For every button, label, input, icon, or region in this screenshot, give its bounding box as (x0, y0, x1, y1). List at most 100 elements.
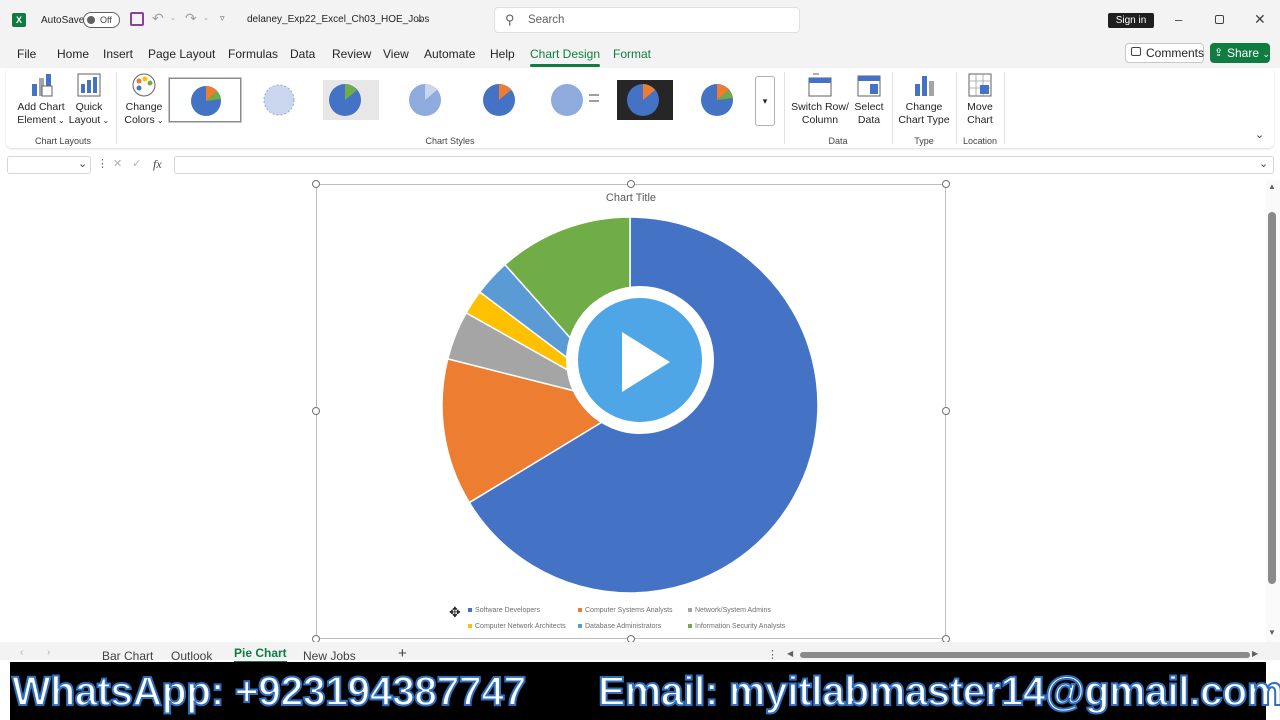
redo-icon[interactable]: ↷ (185, 10, 197, 27)
scroll-tabs-right-icon[interactable]: › (47, 647, 50, 658)
resize-handle-top-right[interactable] (942, 180, 950, 188)
tab-review[interactable]: Review (332, 47, 371, 61)
sheet-tab-bar-chart[interactable]: Bar Chart (102, 649, 153, 663)
tab-file[interactable]: File (17, 47, 36, 61)
close-icon[interactable]: ✕ (1254, 11, 1266, 28)
group-label-data: Data (828, 136, 848, 146)
scroll-up-icon[interactable]: ▲ (1268, 182, 1276, 191)
file-name[interactable]: delaney_Exp22_Excel_Ch03_HOE_Jobs (247, 14, 429, 25)
legend-item-software-developers[interactable]: Software Developers (468, 607, 540, 614)
select-data-label-1: Select (854, 101, 884, 113)
ribbon-separator (1004, 72, 1005, 144)
legend-label: Computer Network Architects (475, 623, 566, 630)
tab-formulas[interactable]: Formulas (228, 47, 278, 61)
search-box[interactable]: ⚲ Search (494, 7, 800, 33)
resize-handle-top[interactable] (627, 180, 635, 188)
select-data-button[interactable]: Select Data (850, 72, 888, 132)
add-chart-element-label-2: Element (17, 114, 56, 126)
quick-layout-button[interactable]: Quick Layout ⌄ (68, 72, 110, 132)
sheet-tab-new-jobs[interactable]: New Jobs (303, 649, 356, 663)
undo-dropdown-icon[interactable]: ⌄ (170, 14, 176, 22)
resize-handle-right[interactable] (942, 407, 950, 415)
tab-home[interactable]: Home (57, 47, 89, 61)
chart-style-5[interactable] (465, 78, 537, 122)
tab-chart-design[interactable]: Chart Design (530, 47, 601, 67)
chart-style-3[interactable] (317, 78, 389, 122)
tab-automate[interactable]: Automate (424, 47, 475, 61)
chart-style-4[interactable] (391, 78, 463, 122)
scroll-down-icon[interactable]: ▼ (1268, 628, 1276, 637)
share-icon: ⇪ (1214, 47, 1224, 59)
chart-style-1[interactable] (168, 77, 242, 123)
legend-item-computer-systems-analysts[interactable]: Computer Systems Analysts (578, 607, 673, 614)
sheet-tab-outlook[interactable]: Outlook (171, 649, 212, 663)
expand-formula-bar-icon[interactable]: ⌄ (1259, 157, 1268, 170)
share-button[interactable]: ⇪ Share ⌄ (1210, 43, 1270, 63)
legend-item-database-administrators[interactable]: Database Administrators (578, 623, 661, 630)
legend-label: Information Security Analysts (695, 623, 786, 630)
filename-chevron-down-icon[interactable]: ⌄ (415, 12, 424, 25)
comments-button[interactable]: Comments (1125, 43, 1204, 63)
tab-page-layout[interactable]: Page Layout (148, 47, 215, 61)
chart-style-7[interactable] (613, 78, 685, 122)
tab-insert[interactable]: Insert (103, 47, 133, 61)
chevron-down-icon: ▾ (762, 96, 768, 106)
save-icon[interactable] (130, 12, 144, 26)
undo-icon[interactable]: ↶ (152, 10, 164, 27)
legend-label: Software Developers (475, 607, 540, 614)
add-chart-element-button[interactable]: Add Chart Element ⌄ (14, 72, 68, 132)
group-label-chart-layouts: Chart Layouts (34, 136, 92, 146)
tab-format[interactable]: Format (613, 47, 651, 61)
autosave-toggle[interactable]: Off (83, 12, 120, 28)
switch-row-column-icon (808, 73, 832, 97)
customize-qat-icon[interactable]: ▿ (220, 13, 225, 24)
play-icon (622, 332, 670, 392)
chart-style-7-preview (617, 80, 673, 120)
ribbon-separator (116, 72, 117, 144)
tab-view[interactable]: View (383, 47, 409, 61)
sheet-tab-pie-chart[interactable]: Pie Chart (234, 646, 287, 663)
redo-dropdown-icon[interactable]: ⌄ (203, 14, 209, 22)
formula-input[interactable]: ⌄ (174, 156, 1274, 174)
scroll-tabs-left-icon[interactable]: ‹ (20, 647, 23, 658)
chart-style-6[interactable] (539, 78, 611, 122)
search-placeholder: Search (528, 14, 565, 26)
group-label-chart-styles: Chart Styles (425, 136, 475, 146)
chart-style-8[interactable] (687, 78, 759, 122)
restore-icon[interactable] (1215, 15, 1224, 24)
minimize-icon[interactable]: – (1175, 12, 1185, 27)
sign-in-button[interactable]: Sign in (1108, 13, 1154, 28)
name-box[interactable]: ⌄ (7, 156, 91, 174)
resize-handle-left[interactable] (312, 407, 320, 415)
share-label: Share (1227, 46, 1260, 60)
insert-function-icon[interactable]: fx (153, 157, 162, 172)
horizontal-scroll-thumb[interactable] (800, 652, 1250, 658)
chart-title[interactable]: Chart Title (316, 192, 946, 204)
confirm-entry-icon[interactable]: ✓ (132, 157, 141, 170)
chart-style-2-preview (263, 84, 295, 116)
add-sheet-icon[interactable]: + (398, 645, 407, 662)
collapse-ribbon-icon[interactable]: ⌄ (1255, 128, 1264, 141)
tab-help[interactable]: Help (490, 47, 515, 61)
change-colors-button[interactable]: Change Colors ⌄ (120, 72, 168, 132)
change-colors-label-1: Change (125, 101, 163, 113)
cancel-entry-icon[interactable]: ✕ (113, 157, 122, 170)
legend-item-information-security-analysts[interactable]: Information Security Analysts (688, 623, 785, 630)
change-chart-type-button[interactable]: Change Chart Type (896, 72, 952, 132)
move-chart-button[interactable]: Move Chart (960, 72, 1000, 132)
change-colors-label-2: Colors (124, 114, 155, 126)
hscroll-left-icon[interactable]: ◀ (787, 649, 793, 658)
chart-styles-more-button[interactable]: ▾ (755, 76, 775, 126)
legend-item-computer-network-architects[interactable]: Computer Network Architects (468, 623, 566, 630)
hscroll-right-icon[interactable]: ▶ (1252, 649, 1258, 658)
legend-item-network-system-admins[interactable]: Network/System Admins (688, 607, 771, 614)
switch-row-column-button[interactable]: Switch Row/ Column (790, 72, 850, 132)
resize-handle-top-left[interactable] (312, 180, 320, 188)
video-play-button[interactable] (566, 286, 714, 434)
tab-data[interactable]: Data (290, 47, 315, 61)
more-options-icon[interactable]: ⋮ (97, 157, 108, 170)
legend-label: Network/System Admins (695, 607, 771, 614)
chart-style-2[interactable] (243, 78, 315, 122)
tab-split-handle-icon[interactable]: ⋮ (767, 648, 778, 661)
vertical-scroll-thumb[interactable] (1268, 212, 1276, 584)
